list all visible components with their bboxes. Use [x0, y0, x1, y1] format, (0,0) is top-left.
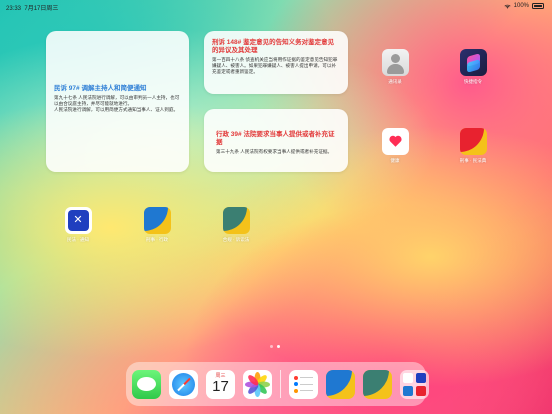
app-label: 刑事 · 行政 [146, 237, 168, 242]
battery-percent: 100% [513, 3, 529, 9]
dock: 周三 17 [126, 362, 429, 406]
widget-body: 第三十九条 人民法院有权要求当事人提供或者补充证据。 [216, 149, 333, 154]
law-app-green-icon [222, 207, 250, 234]
app-law-2[interactable]: ✕ 民法 · 通知 [58, 207, 98, 243]
page-indicator[interactable] [270, 345, 280, 348]
app-law-3[interactable]: 刑事 · 行政 [137, 207, 177, 243]
app-label: 民法 · 通知 [67, 237, 89, 242]
law-app-blue-icon [143, 207, 171, 234]
app-label: 通讯录 [388, 79, 402, 84]
app-law-4[interactable]: 合规 · 诉讼法 [216, 207, 256, 243]
app-shortcuts[interactable]: 快捷指令 [453, 49, 493, 85]
status-time: 23:33 7月17日周三 [6, 6, 59, 12]
messages-icon[interactable] [132, 369, 161, 399]
dock-separator [280, 370, 281, 398]
reminders-icon[interactable] [288, 369, 318, 399]
widget-body: 第一百四十八条 侦查机关应当将用作证据的鉴定意见告知犯罪嫌疑人、被害人。如果犯罪… [212, 57, 338, 74]
widget-body: 第九十七条 人民法院进行调解，可以由审判员一人主持，也可以由合议庭主持，并尽可能… [54, 95, 180, 112]
law-app-green-dock-icon[interactable] [362, 369, 392, 399]
safari-icon[interactable] [169, 369, 198, 399]
app-label: 刑事 · 民法典 [459, 158, 487, 163]
contacts-icon [381, 49, 409, 76]
widget-admin-39[interactable]: 行政 39# 法院要求当事人提供或者补充证据 第三十九条 人民法院有权要求当事人… [204, 109, 348, 172]
app-law-1[interactable]: 刑事 · 民法典 [453, 128, 493, 164]
wifi-icon [504, 4, 511, 9]
app-label: 合规 · 诉讼法 [222, 237, 250, 242]
photos-icon[interactable] [243, 369, 272, 399]
status-bar: 23:33 7月17日周三 100% [0, 0, 552, 12]
widget-title: 行政 39# 法院要求当事人提供或者补充证据 [216, 131, 335, 146]
widget-criminal-148[interactable]: 刑诉 148# 鉴定意见的告知义务对鉴定意见的异议及其处理 第一百四十八条 侦查… [204, 31, 348, 94]
calendar-icon[interactable]: 周三 17 [206, 369, 235, 399]
app-folder-icon[interactable] [399, 369, 429, 399]
widget-civil-97[interactable]: 民诉 97# 调解主持人和简便通知 第九十七条 人民法院进行调解，可以由审判员一… [46, 31, 189, 172]
battery-icon [532, 3, 544, 9]
law-app-blue-x-icon: ✕ [64, 207, 92, 234]
page-dot[interactable] [270, 345, 273, 348]
status-right: 100% [504, 3, 544, 9]
health-icon [381, 128, 409, 155]
app-contacts[interactable]: 通讯录 [375, 49, 415, 85]
app-health[interactable]: 健康 [375, 128, 415, 164]
calendar-day: 17 [212, 377, 229, 395]
shortcuts-icon [459, 49, 487, 76]
widget-title: 民诉 97# 调解主持人和简便通知 [54, 85, 147, 92]
app-label: 健康 [390, 158, 400, 163]
widget-title: 刑诉 148# 鉴定意见的告知义务对鉴定意见的异议及其处理 [212, 39, 335, 54]
page-dot-active[interactable] [277, 345, 280, 348]
law-app-red-icon [459, 128, 487, 155]
app-label: 快捷指令 [464, 79, 482, 84]
law-app-blue-dock-icon[interactable] [325, 369, 355, 399]
